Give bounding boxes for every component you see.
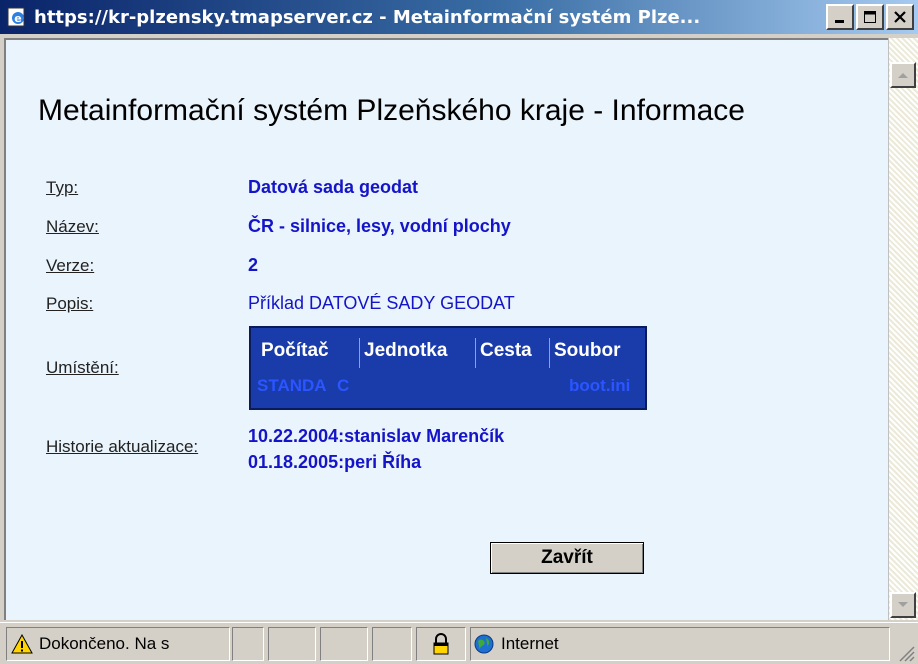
- security-panel[interactable]: [416, 627, 466, 661]
- status-panel: [268, 627, 316, 661]
- popis-value: Příklad DATOVÉ SADY GEODAT: [248, 293, 515, 313]
- ie-page-icon: e: [7, 7, 25, 27]
- umisteni-label: Umístění:: [46, 358, 119, 377]
- status-text-panel: Dokončeno. Na s: [6, 627, 230, 661]
- browser-popup-window: e https://kr-plzensky.tmapserver.cz - Me…: [0, 0, 918, 664]
- minimize-icon: [835, 20, 844, 23]
- warning-icon: [11, 634, 33, 654]
- column-divider: [549, 338, 550, 368]
- verze-label: Verze:: [46, 256, 95, 275]
- table-cell-jednotka: C: [337, 376, 350, 395]
- table-cell-pocitac: STANDA: [257, 376, 327, 395]
- content-area: Metainformační systém Plzeňského kraje -…: [4, 38, 888, 620]
- popis-label: Popis:: [46, 294, 94, 313]
- zone-text: Internet: [501, 634, 559, 653]
- maximize-icon: [864, 11, 876, 23]
- table-header-pocitac: Počítač: [261, 340, 329, 361]
- window-title: https://kr-plzensky.tmapserver.cz - Meta…: [34, 6, 701, 28]
- table-header-jednotka: Jednotka: [364, 340, 448, 361]
- verze-value: 2: [248, 255, 259, 275]
- scroll-down-button[interactable]: [890, 592, 916, 618]
- close-icon: [894, 11, 906, 23]
- lock-icon: [433, 633, 449, 655]
- scroll-up-button[interactable]: [890, 62, 916, 88]
- status-panel: [232, 627, 264, 661]
- minimize-button[interactable]: [826, 4, 854, 30]
- close-window-button[interactable]: [886, 4, 914, 30]
- table-header-soubor: Soubor: [554, 340, 621, 361]
- globe-icon: [474, 634, 494, 654]
- vertical-scrollbar[interactable]: [888, 38, 918, 620]
- table-header-cesta: Cesta: [480, 340, 532, 361]
- svg-text:e: e: [14, 12, 21, 25]
- column-divider: [475, 338, 476, 368]
- location-table: Počítač Jednotka Cesta Soubor STANDA C b…: [249, 326, 647, 410]
- nazev-label: Název:: [46, 217, 99, 236]
- typ-label: Typ:: [46, 178, 79, 197]
- nazev-value: ČR - silnice, lesy, vodní plochy: [248, 216, 511, 236]
- close-button[interactable]: Zavřít: [490, 542, 644, 574]
- history-entry: 01.18.2005:peri Říha: [248, 452, 422, 472]
- zone-panel[interactable]: Internet: [470, 627, 890, 661]
- status-bar: Dokončeno. Na s Internet: [0, 622, 918, 664]
- page-title: Metainformační systém Plzeňského kraje -…: [38, 94, 745, 127]
- historie-label: Historie aktualizace:: [46, 437, 199, 456]
- status-panel: [320, 627, 368, 661]
- typ-value: Datová sada geodat: [248, 177, 419, 197]
- scroll-up-arrow-icon: [898, 73, 908, 78]
- resize-grip-icon[interactable]: [896, 643, 916, 663]
- title-bar[interactable]: e https://kr-plzensky.tmapserver.cz - Me…: [0, 0, 918, 34]
- history-entry: 10.22.2004:stanislav Marenčík: [248, 426, 505, 446]
- status-text: Dokončeno. Na s: [39, 634, 170, 653]
- table-cell-soubor: boot.ini: [569, 376, 631, 395]
- maximize-button[interactable]: [856, 4, 884, 30]
- column-divider: [359, 338, 360, 368]
- scroll-down-arrow-icon: [898, 602, 908, 607]
- status-panel: [372, 627, 412, 661]
